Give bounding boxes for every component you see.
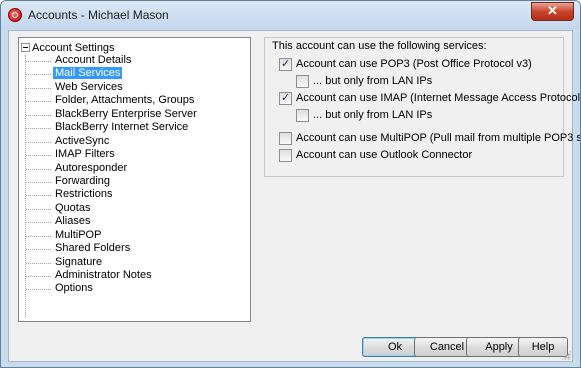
app-icon [8, 8, 22, 22]
tree-item-label: Web Services [55, 80, 123, 93]
tree-item-label: Signature [55, 255, 103, 268]
imap-label: Account can use IMAP (Internet Message A… [296, 92, 581, 104]
tree-item-aliases[interactable]: Aliases [19, 215, 250, 228]
pop3-lan-only-label: ... but only from LAN IPs [313, 75, 433, 87]
tree-item-autoresponder[interactable]: Autoresponder [19, 162, 250, 175]
multipop-option[interactable]: Account can use MultiPOP (Pull mail from… [279, 132, 580, 145]
outlook-connector-label: Account can use Outlook Connector [296, 149, 473, 161]
tree-item-label: Options [55, 282, 93, 295]
pop3-option[interactable]: Account can use POP3 (Post Office Protoc… [279, 57, 532, 71]
accounts-window: Accounts - Michael Mason ✕ Account Setti… [0, 0, 581, 368]
tree-item-options[interactable]: Options [19, 282, 250, 295]
imap-lan-only-option[interactable]: ... but only from LAN IPs [296, 109, 432, 122]
tree-items: Account Details Mail Services Web Services… [19, 54, 250, 296]
tree-item-label: Mail Services [53, 67, 123, 80]
tree-root-label: Account Settings [32, 42, 115, 54]
help-button[interactable]: Help [518, 337, 568, 357]
tree-root-account-settings[interactable]: Account Settings [21, 41, 115, 55]
tree-item-account-details[interactable]: Account Details [19, 54, 250, 67]
tree-item-label: ActiveSync [55, 134, 110, 147]
tree-item-blackberry-enterprise-server[interactable]: BlackBerry Enterprise Server [19, 108, 250, 121]
tree-item-label: Shared Folders [55, 242, 131, 255]
tree-item-web-services[interactable]: Web Services [19, 81, 250, 94]
imap-lan-only-label: ... but only from LAN IPs [313, 109, 433, 121]
imap-option[interactable]: Account can use IMAP (Internet Message A… [279, 91, 581, 105]
imap-checkbox[interactable] [279, 91, 292, 105]
window-title: Accounts - Michael Mason [28, 8, 169, 22]
tree-item-administrator-notes[interactable]: Administrator Notes [19, 269, 250, 282]
tree-item-folder-attachments-groups[interactable]: Folder, Attachments, Groups [19, 94, 250, 107]
collapse-icon[interactable] [21, 43, 30, 52]
pop3-lan-only-option[interactable]: ... but only from LAN IPs [296, 75, 432, 88]
multipop-label: Account can use MultiPOP (Pull mail from… [296, 132, 580, 144]
title-bar[interactable]: Accounts - Michael Mason ✕ [1, 1, 580, 29]
close-icon: ✕ [547, 3, 558, 18]
tree-item-multipop[interactable]: MultiPOP [19, 229, 250, 242]
tree-item-label: Quotas [55, 201, 91, 214]
settings-tree: Account Settings Account Details Mail Ser… [18, 37, 251, 322]
tree-item-label: Account Details [55, 54, 132, 66]
tree-item-label: Aliases [55, 215, 91, 228]
services-heading: This account can use the following servi… [272, 40, 487, 52]
pop3-lan-only-checkbox[interactable] [296, 75, 309, 88]
pop3-label: Account can use POP3 (Post Office Protoc… [296, 58, 532, 70]
tree-item-shared-folders[interactable]: Shared Folders [19, 242, 250, 255]
multipop-checkbox[interactable] [279, 132, 292, 145]
tree-item-label: Forwarding [55, 174, 111, 187]
close-button[interactable]: ✕ [531, 2, 574, 21]
dialog-body: Account Settings Account Details Mail Ser… [8, 30, 580, 362]
tree-item-label: MultiPOP [55, 228, 102, 241]
outlook-connector-checkbox[interactable] [279, 149, 292, 162]
tree-item-label: IMAP Filters [55, 148, 115, 161]
pop3-checkbox[interactable] [279, 57, 292, 71]
tree-item-restrictions[interactable]: Restrictions [19, 188, 250, 201]
tree-item-label: Folder, Attachments, Groups [55, 94, 195, 107]
tree-item-imap-filters[interactable]: IMAP Filters [19, 148, 250, 161]
tree-item-signature[interactable]: Signature [19, 256, 250, 269]
tree-item-label: Autoresponder [55, 161, 128, 174]
tree-item-label: BlackBerry Enterprise Server [55, 107, 197, 120]
outlook-connector-option[interactable]: Account can use Outlook Connector [279, 149, 472, 162]
tree-item-label: BlackBerry Internet Service [55, 121, 189, 134]
tree-item-label: Administrator Notes [55, 269, 152, 281]
tree-item-mail-services[interactable]: Mail Services [19, 67, 250, 80]
tree-item-label: Restrictions [55, 188, 113, 201]
tree-item-quotas[interactable]: Quotas [19, 202, 250, 215]
tree-item-forwarding[interactable]: Forwarding [19, 175, 250, 188]
mail-services-panel: This account can use the following servi… [264, 37, 580, 177]
imap-lan-only-checkbox[interactable] [296, 109, 309, 122]
tree-item-activesync[interactable]: ActiveSync [19, 135, 250, 148]
tree-item-blackberry-internet-service[interactable]: BlackBerry Internet Service [19, 121, 250, 134]
